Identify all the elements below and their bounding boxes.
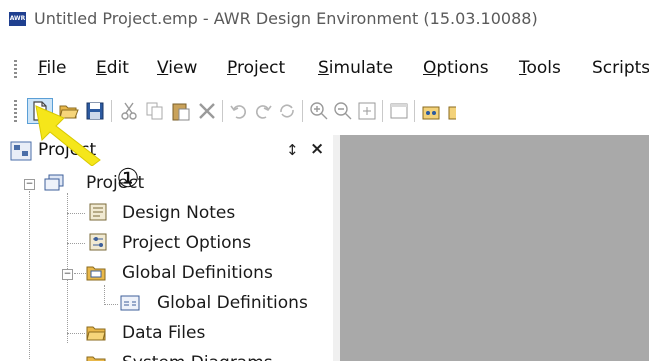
awr-logo-icon: AWR	[9, 12, 26, 26]
schematic-icon	[422, 106, 440, 120]
project-panel: Project ↕ × − Project Design Notes Proje…	[0, 135, 333, 361]
copy-button[interactable]	[144, 100, 166, 122]
refresh-icon	[280, 104, 294, 118]
tree-item-global-definitions-doc[interactable]: Global Definitions	[0, 291, 333, 317]
tree-item-label: System Diagrams	[122, 353, 273, 361]
zoom-out-button[interactable]	[332, 100, 354, 122]
tutorial-arrow-icon	[35, 105, 101, 166]
delete-button[interactable]	[196, 100, 218, 122]
workspace-canvas[interactable]	[340, 135, 649, 361]
global-def-doc-icon	[120, 295, 140, 311]
menu-grip[interactable]	[14, 60, 17, 80]
notes-icon	[89, 203, 107, 221]
tree-item-label: Global Definitions	[157, 293, 308, 313]
menu-file[interactable]: File	[38, 58, 66, 78]
copy-icon	[146, 102, 163, 120]
tree-item-label: Data Files	[122, 323, 206, 343]
tree-item-system-diagrams[interactable]: System Diagrams	[0, 351, 333, 361]
system-diagram-icon	[86, 356, 106, 361]
undo-icon	[230, 105, 247, 119]
refresh-button[interactable]	[276, 100, 298, 122]
window-icon	[390, 103, 408, 119]
tree-item-label: Global Definitions	[122, 263, 273, 283]
toolbar-separator	[302, 100, 303, 122]
undo-button[interactable]	[228, 100, 250, 122]
panel-splitter[interactable]	[333, 135, 340, 361]
tree-item-label: Project Options	[122, 233, 252, 253]
schematic-icon	[448, 106, 456, 120]
window-title: Untitled Project.emp - AWR Design Enviro…	[34, 9, 538, 28]
project-panel-icon	[10, 141, 32, 161]
window-button[interactable]	[388, 100, 410, 122]
redo-button[interactable]	[252, 100, 274, 122]
redo-icon	[255, 105, 272, 119]
zoom-fit-button[interactable]	[356, 100, 378, 122]
zoom-in-icon	[310, 102, 328, 120]
delete-icon	[199, 103, 215, 119]
global-defs-icon	[86, 266, 106, 281]
collapse-icon[interactable]: −	[62, 269, 73, 280]
zoom-fit-icon	[358, 102, 376, 120]
tree-item-data-files[interactable]: Data Files	[0, 321, 333, 347]
tree-item-project-options[interactable]: Project Options	[0, 231, 333, 257]
project-icon	[44, 174, 64, 191]
collapse-icon[interactable]: −	[24, 179, 35, 190]
menu-edit[interactable]: Edit	[96, 58, 129, 78]
tree-item-global-definitions[interactable]: − Global Definitions	[0, 261, 333, 287]
menu-bar: File Edit View Project Simulate Options …	[0, 52, 649, 86]
menu-view[interactable]: View	[157, 58, 197, 78]
menu-simulate[interactable]: Simulate	[318, 58, 393, 78]
callout-number: ①	[116, 164, 140, 194]
menu-project[interactable]: Project	[227, 58, 285, 78]
schematic-button-2[interactable]	[446, 100, 456, 122]
cut-icon	[121, 102, 137, 120]
schematic-button[interactable]	[420, 100, 442, 122]
folder-icon	[86, 326, 106, 341]
cut-button[interactable]	[118, 100, 140, 122]
menu-tools[interactable]: Tools	[519, 58, 561, 78]
tree-item-label: Design Notes	[122, 203, 236, 223]
toolbar-separator	[222, 100, 223, 122]
zoom-out-icon	[334, 102, 352, 120]
paste-button[interactable]	[170, 100, 192, 122]
pin-icon[interactable]: ↕	[286, 141, 299, 159]
paste-icon	[172, 103, 190, 121]
toolbar-grip[interactable]	[14, 100, 17, 122]
menu-options[interactable]: Options	[423, 58, 489, 78]
tree-item-design-notes[interactable]: Design Notes	[0, 201, 333, 227]
toolbar-separator	[111, 100, 112, 122]
close-icon[interactable]: ×	[310, 139, 324, 159]
toolbar-separator	[382, 100, 383, 122]
menu-scripts[interactable]: Scripts	[592, 58, 649, 78]
tree-item-project[interactable]: − Project	[0, 171, 333, 197]
title-bar: AWR Untitled Project.emp - AWR Design En…	[0, 0, 649, 40]
toolbar-separator	[414, 100, 415, 122]
options-icon	[89, 233, 107, 251]
zoom-in-button[interactable]	[308, 100, 330, 122]
